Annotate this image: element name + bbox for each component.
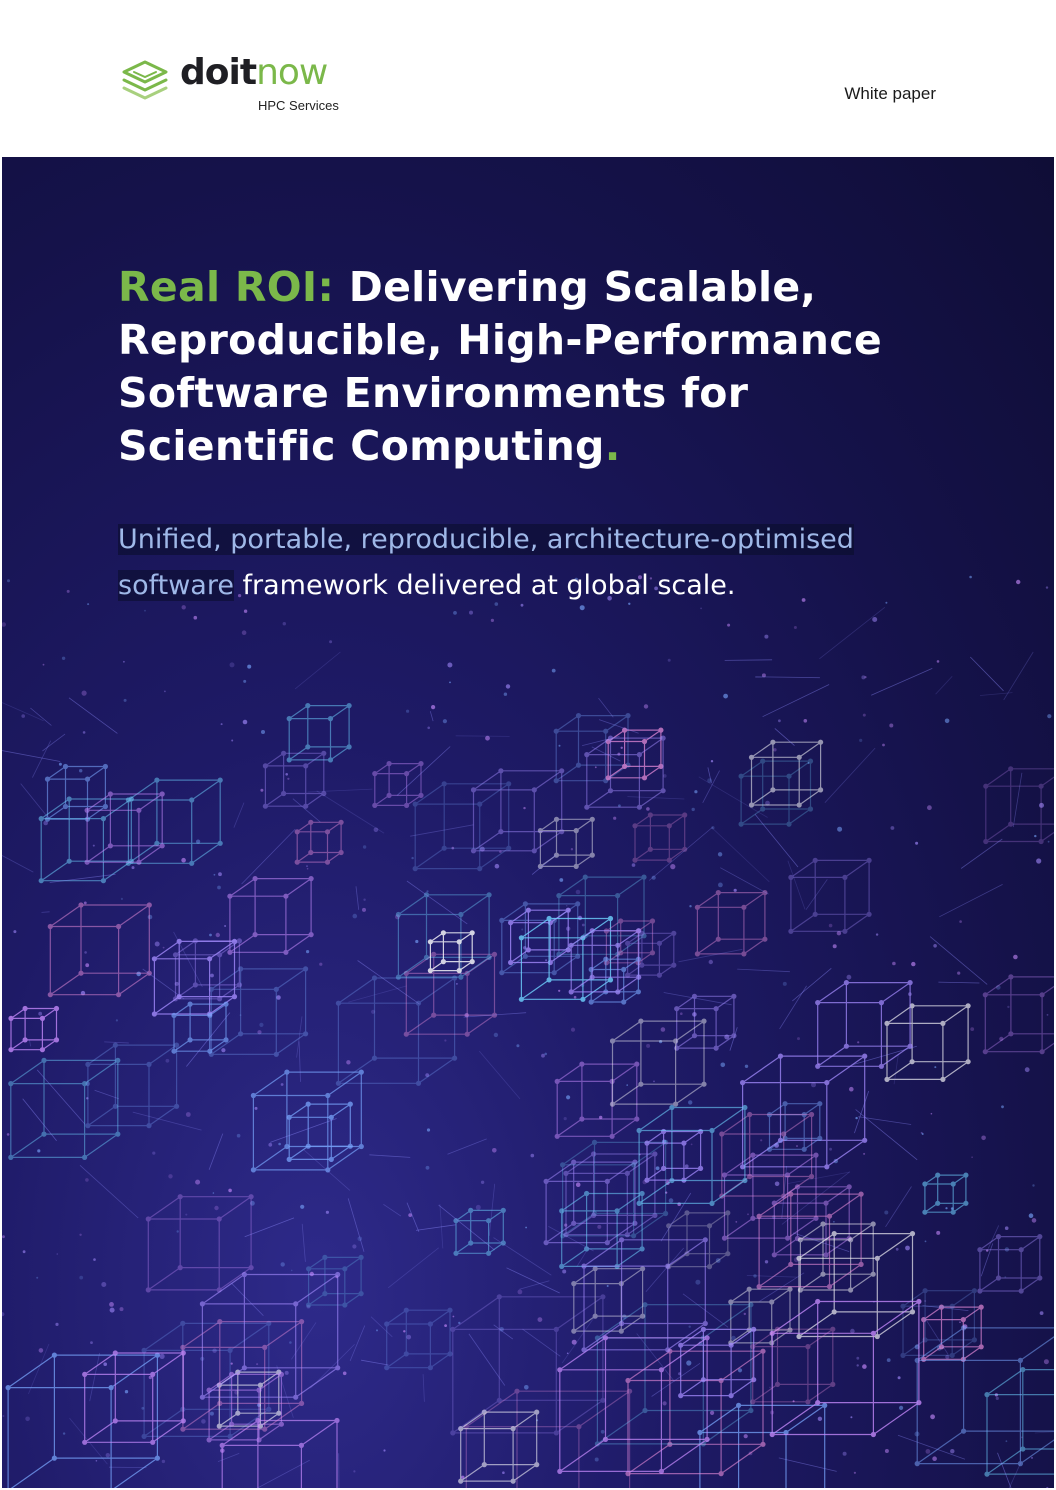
doitnow-logo: doitnow HPC Services bbox=[118, 52, 348, 116]
white-paper-cover-page: doitnow HPC Services White paper Real RO… bbox=[0, 0, 1056, 1490]
stacked-layers-icon bbox=[122, 60, 168, 100]
title-dot: . bbox=[604, 422, 621, 470]
cover-panel: Real ROI: Delivering Scalable, Reproduci… bbox=[2, 157, 1054, 1488]
document-type-label: White paper bbox=[844, 84, 936, 103]
page-subtitle: Unified, portable, reproducible, archite… bbox=[118, 517, 898, 609]
logo-subtitle: HPC Services bbox=[258, 98, 339, 113]
logo-word-now: now bbox=[256, 52, 328, 93]
logo-wordmark: doitnow bbox=[180, 52, 328, 93]
title-accent: Real ROI: bbox=[118, 263, 335, 311]
logo-word-doit: doit bbox=[180, 52, 257, 93]
page-title: Real ROI: Delivering Scalable, Reproduci… bbox=[118, 261, 938, 473]
subtitle-rest: framework delivered at global scale. bbox=[233, 570, 736, 601]
page-header: doitnow HPC Services White paper bbox=[0, 0, 1056, 157]
